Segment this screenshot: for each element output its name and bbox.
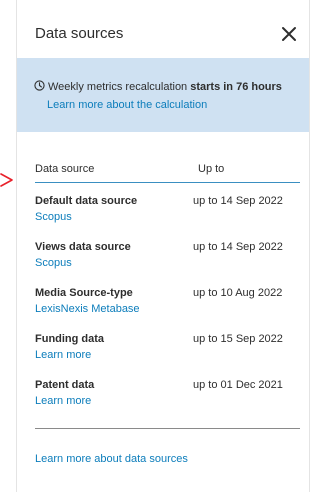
row-link[interactable]: Learn more — [35, 395, 91, 407]
row-date: up to 15 Sep 2022 — [193, 333, 283, 345]
learn-more-calculation-link[interactable]: Learn more about the calculation — [47, 99, 207, 111]
clock-icon — [34, 80, 45, 91]
row-name: Patent data — [35, 379, 95, 391]
panel-title: Data sources — [35, 25, 124, 42]
row-date: up to 14 Sep 2022 — [193, 195, 283, 207]
data-source-row-media: Media Source-type LexisNexis Metabase up… — [35, 287, 300, 333]
notice-text-prefix: Weekly metrics recalculation — [48, 81, 191, 93]
data-sources-panel: Data sources Weekly metrics recalculatio… — [16, 0, 310, 492]
notice-text-bold: starts in 76 hours — [190, 81, 282, 93]
pointer-arrow-icon — [0, 173, 13, 187]
panel-header: Data sources — [17, 0, 309, 66]
row-name: Funding data — [35, 333, 105, 345]
data-source-row-views: Views data source Scopus up to 14 Sep 20… — [35, 241, 300, 287]
row-name: Media Source-type — [35, 287, 133, 299]
row-link[interactable]: Learn more — [35, 349, 91, 361]
row-date: up to 10 Aug 2022 — [193, 287, 283, 299]
learn-more-data-sources-link[interactable]: Learn more about data sources — [35, 453, 188, 465]
data-source-list: Default data source Scopus up to 14 Sep … — [35, 195, 300, 425]
row-link[interactable]: Scopus — [35, 257, 72, 269]
data-source-row-funding: Funding data Learn more up to 15 Sep 202… — [35, 333, 300, 379]
column-header-up-to: Up to — [198, 163, 225, 175]
row-link[interactable]: LexisNexis Metabase — [35, 303, 140, 315]
data-source-row-patent: Patent data Learn more up to 01 Dec 2021 — [35, 379, 300, 425]
row-link[interactable]: Scopus — [35, 211, 72, 223]
close-icon[interactable] — [279, 24, 299, 44]
row-date: up to 01 Dec 2021 — [193, 379, 283, 391]
row-date: up to 14 Sep 2022 — [193, 241, 283, 253]
row-name: Views data source — [35, 241, 131, 253]
column-header-data-source: Data source — [35, 163, 95, 175]
table-header: Data source Up to — [35, 163, 300, 183]
header-divider — [35, 182, 300, 183]
footer-divider — [35, 428, 300, 429]
notice-text: Weekly metrics recalculation starts in 7… — [34, 80, 282, 93]
recalculation-notice: Weekly metrics recalculation starts in 7… — [17, 58, 309, 132]
row-name: Default data source — [35, 195, 138, 207]
data-source-row-default: Default data source Scopus up to 14 Sep … — [35, 195, 300, 241]
